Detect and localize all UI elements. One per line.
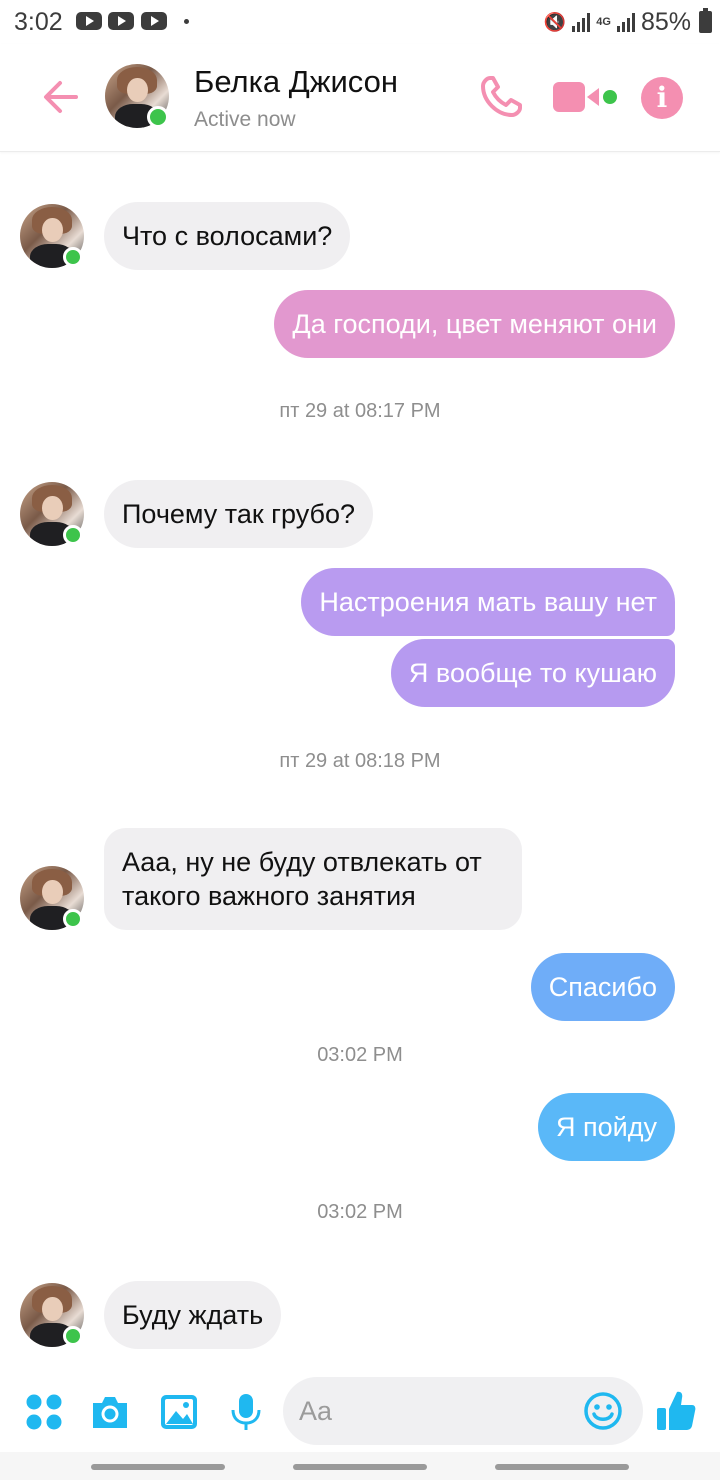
incoming-message[interactable]: Буду ждать [104, 1281, 282, 1349]
apps-icon[interactable] [24, 1392, 64, 1432]
youtube-icon [141, 12, 167, 30]
notification-dot-icon [184, 19, 189, 24]
online-indicator [147, 106, 169, 128]
network-type: 4G [596, 16, 611, 28]
message-timestamp: пт 29 at 08:17 PM [279, 400, 441, 422]
youtube-icon [108, 12, 134, 30]
like-icon[interactable] [654, 1388, 698, 1432]
battery-level: 85% [640, 7, 691, 36]
message-input[interactable] [299, 1391, 579, 1431]
contact-status: Active now [194, 108, 296, 131]
video-camera-icon[interactable] [552, 80, 604, 114]
outgoing-message[interactable]: Да господи, цвет меняют они [274, 290, 675, 358]
battery-icon [699, 8, 712, 33]
signal-icon [616, 12, 635, 32]
message-timestamp: 03:02 PM [317, 1044, 403, 1066]
message-timestamp: 03:02 PM [317, 1201, 403, 1223]
message-line: Ааа, ну не буду отвлекать от [122, 847, 482, 877]
message-line: такого важного занятия [122, 881, 416, 911]
online-indicator [63, 525, 83, 545]
signal-icon [572, 12, 591, 32]
microphone-icon[interactable] [226, 1392, 266, 1432]
incoming-message[interactable]: Что с волосами? [104, 202, 351, 270]
gallery-icon[interactable] [159, 1392, 199, 1432]
contact-name[interactable]: Белка Джисон [194, 64, 398, 100]
message-composer [0, 1374, 720, 1450]
message-timestamp: пт 29 at 08:18 PM [279, 750, 441, 772]
conversation-header: Белка Джисон Active now i [0, 44, 720, 152]
system-navigation-bar [0, 1452, 720, 1480]
status-time: 3:02 [14, 8, 63, 36]
video-active-indicator [603, 90, 617, 104]
outgoing-message[interactable]: Я пойду [538, 1093, 675, 1161]
nav-back-button[interactable] [495, 1464, 629, 1470]
mute-icon: 🔇 [543, 11, 567, 32]
online-indicator [63, 909, 83, 929]
outgoing-message[interactable]: Спасибо [530, 953, 675, 1021]
phone-icon[interactable] [478, 74, 524, 120]
outgoing-message[interactable]: Я вообще то кушаю [390, 639, 675, 707]
back-arrow-icon[interactable] [38, 74, 84, 120]
message-input-container[interactable] [283, 1377, 643, 1445]
incoming-message[interactable]: Ааа, ну не буду отвлекать от такого важн… [104, 828, 522, 930]
outgoing-message[interactable]: Настроения мать вашу нет [301, 568, 675, 636]
status-bar: 3:02 🔇 4G 85% [0, 0, 720, 44]
info-icon[interactable]: i [641, 77, 683, 119]
emoji-icon[interactable] [583, 1391, 623, 1431]
nav-home-button[interactable] [293, 1464, 427, 1470]
incoming-message[interactable]: Почему так грубо? [104, 480, 374, 548]
online-indicator [63, 1326, 83, 1346]
camera-icon[interactable] [90, 1392, 130, 1432]
nav-recent-button[interactable] [91, 1464, 225, 1470]
online-indicator [63, 247, 83, 267]
youtube-icon [76, 12, 102, 30]
